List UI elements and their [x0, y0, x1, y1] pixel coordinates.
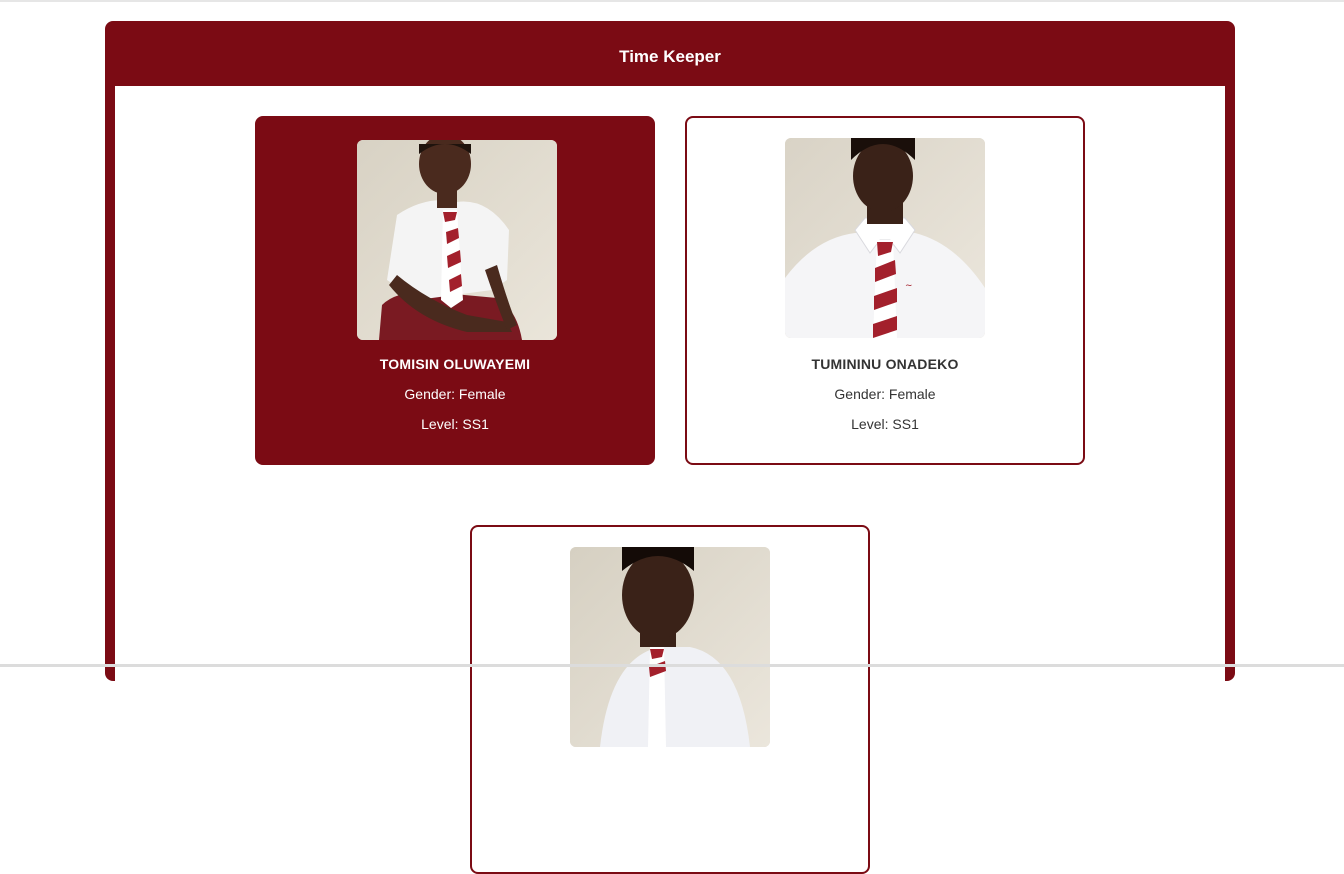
- level-label: Level:: [421, 416, 459, 432]
- gender-value: Female: [458, 386, 506, 402]
- level-value: SS1: [462, 416, 489, 432]
- student-portrait-image: ~: [785, 138, 985, 338]
- gender-label: Gender:: [834, 386, 885, 402]
- panel-title: Time Keeper: [619, 47, 721, 66]
- student-gender: Gender: Female: [687, 386, 1083, 402]
- student-gender: Gender: Female: [257, 386, 653, 402]
- student-photo: [357, 140, 557, 340]
- student-level: Level: SS1: [687, 416, 1083, 432]
- student-card-third[interactable]: [470, 525, 870, 874]
- level-value: SS1: [892, 416, 919, 432]
- student-card-tumininu[interactable]: ~ TUMININU ONADEKO Gender: Female Level:…: [685, 116, 1085, 465]
- student-photo: [570, 547, 770, 747]
- student-portrait-image: [357, 140, 557, 340]
- student-level: Level: SS1: [257, 416, 653, 432]
- level-label: Level:: [851, 416, 889, 432]
- student-name: TUMININU ONADEKO: [811, 356, 959, 372]
- gender-label: Gender:: [404, 386, 455, 402]
- panel-body: TOMISIN OLUWAYEMI Gender: Female Level: …: [115, 86, 1225, 874]
- svg-text:~: ~: [905, 281, 913, 291]
- time-keeper-panel: Time Keeper TOMISIN OLUWAYEMI Gender: Fe…: [105, 21, 1235, 874]
- student-photo: ~: [785, 138, 985, 338]
- student-name: TOMISIN OLUWAYEMI: [379, 356, 531, 372]
- top-divider: [0, 0, 1344, 2]
- student-portrait-image: [570, 547, 770, 747]
- gender-value: Female: [888, 386, 936, 402]
- student-card-tomisin[interactable]: TOMISIN OLUWAYEMI Gender: Female Level: …: [255, 116, 655, 465]
